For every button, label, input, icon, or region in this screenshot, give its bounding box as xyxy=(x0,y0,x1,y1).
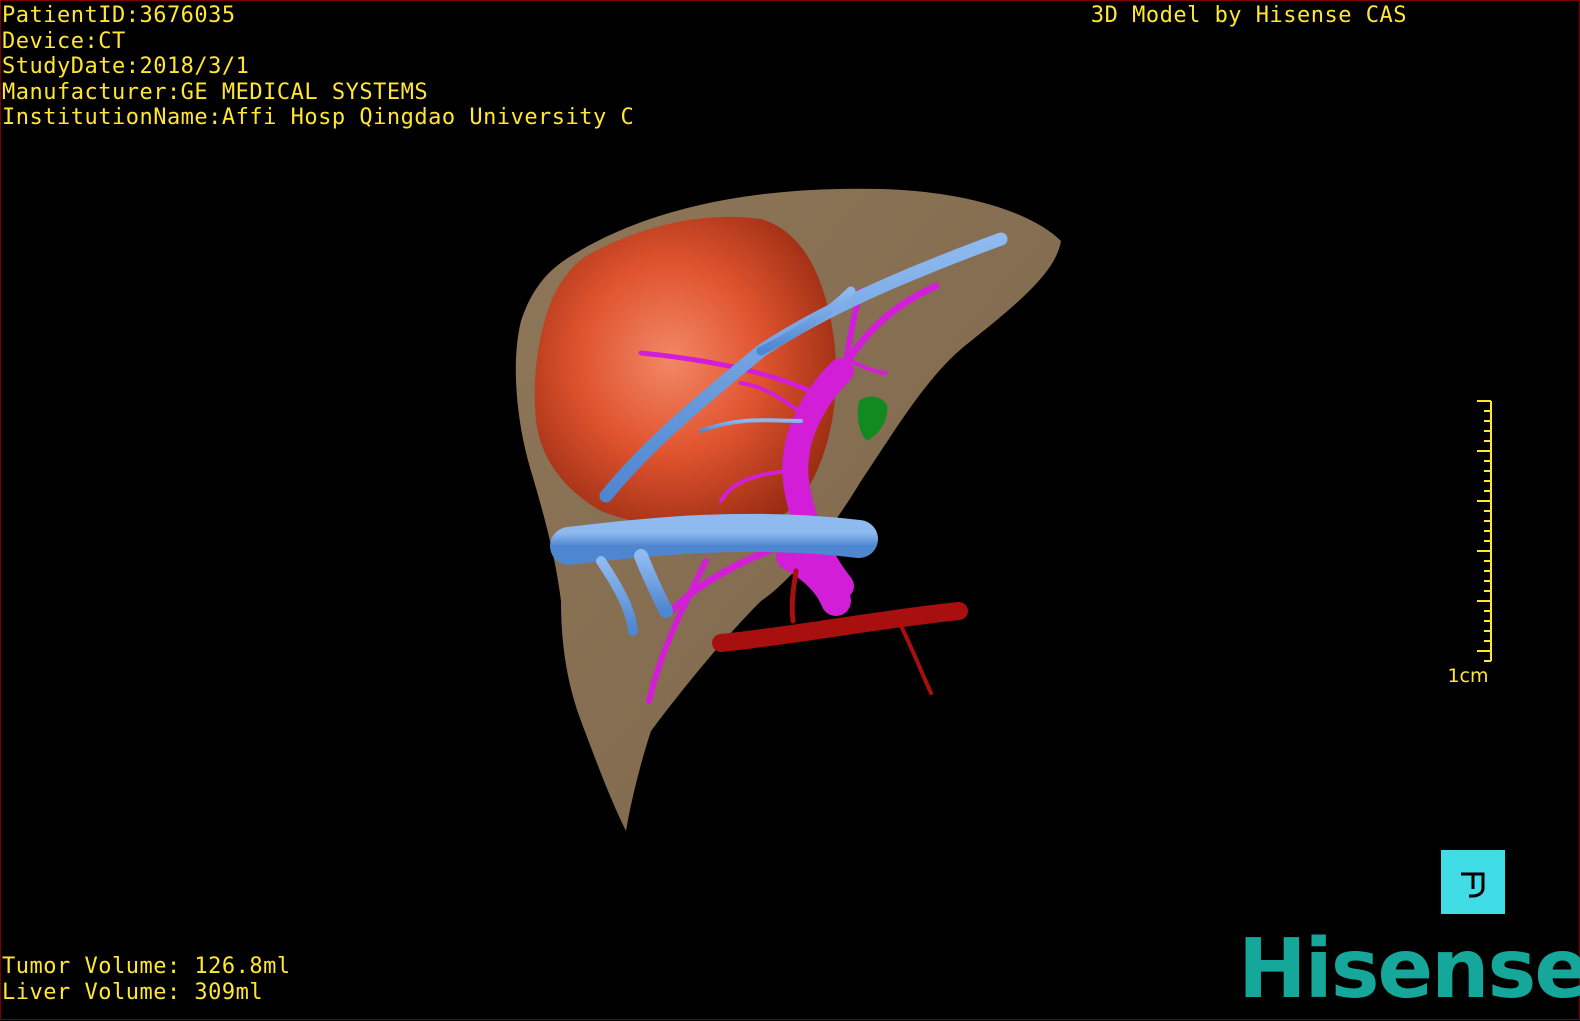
study-date: StudyDate:2018/3/1 xyxy=(2,54,250,79)
orientation-cube-icon[interactable] xyxy=(1441,850,1505,914)
model-caption: 3D Model by Hisense CAS xyxy=(1090,3,1407,28)
liver-volume: Liver Volume: 309ml xyxy=(2,979,264,1005)
patient-id: PatientID:3676035 xyxy=(2,3,236,28)
3d-viewport[interactable]: PatientID:3676035 Device:CT StudyDate:2018… xyxy=(0,0,1580,1020)
scale-label: 1cm xyxy=(1447,665,1488,687)
study-info: PatientID:3676035 Device:CT StudyDate:2018… xyxy=(2,3,634,131)
volume-info: Tumor Volume: 126.8ml Liver Volume: 309ml xyxy=(2,954,291,1005)
institution-name: InstitutionName:Affi Hosp Qingdao Univer… xyxy=(2,105,635,130)
liver-3d-model[interactable] xyxy=(1,1,1580,1021)
tumor-volume: Tumor Volume: 126.8ml xyxy=(2,954,291,979)
hisense-logo: Hisense xyxy=(1238,922,1580,1017)
scale-bar: 1cm xyxy=(1441,399,1511,699)
device: Device:CT xyxy=(2,28,126,54)
manufacturer: Manufacturer:GE MEDICAL SYSTEMS xyxy=(2,79,429,105)
